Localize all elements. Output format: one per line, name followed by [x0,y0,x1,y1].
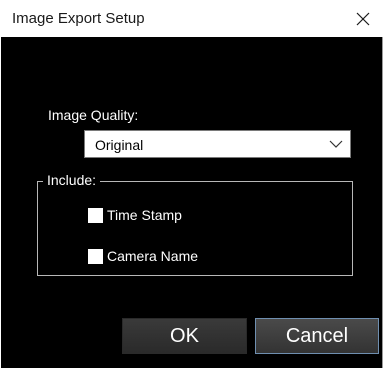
time-stamp-checkbox-row[interactable]: Time Stamp [88,205,182,225]
image-quality-select[interactable]: Original [84,130,351,158]
close-x-icon [356,12,370,26]
ok-button[interactable]: OK [122,318,247,354]
cancel-button[interactable]: Cancel [255,318,379,354]
chevron-down-icon [329,140,343,148]
camera-name-checkbox-row[interactable]: Camera Name [88,246,198,266]
image-quality-value: Original [95,137,144,153]
image-export-setup-dialog: Image Export Setup Image Quality: Origin… [0,0,383,368]
time-stamp-checkbox[interactable] [88,207,103,223]
camera-name-label: Camera Name [107,248,199,264]
dialog-title: Image Export Setup [12,10,145,27]
camera-name-checkbox[interactable] [88,248,103,264]
time-stamp-label: Time Stamp [107,207,182,223]
include-legend: Include: [43,171,101,189]
image-quality-label: Image Quality: [48,107,139,123]
close-button[interactable] [346,4,380,34]
title-bar: Image Export Setup [0,0,383,37]
